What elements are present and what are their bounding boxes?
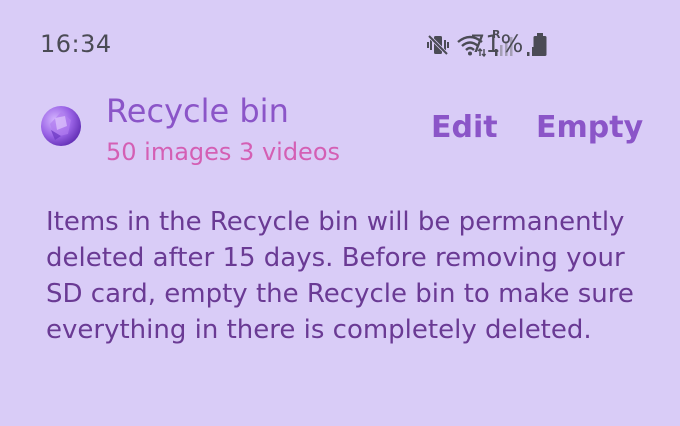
status-time: 16:34 <box>40 30 112 58</box>
battery-percent: 71% <box>470 30 524 58</box>
item-count: 50 images 3 videos <box>106 138 341 166</box>
recycle-bin-notice: Items in the Recycle bin will be permane… <box>46 207 634 345</box>
status-bar: 16:34 R 71% <box>0 0 680 90</box>
battery-icon <box>533 33 547 61</box>
recycle-bin-header: Recycle bin 50 images 3 videos Edit Empt… <box>0 88 680 178</box>
empty-button[interactable]: Empty <box>536 110 643 145</box>
edit-button[interactable]: Edit <box>431 110 498 145</box>
mute-vibrate-icon <box>426 33 450 57</box>
page-title: Recycle bin <box>106 92 289 130</box>
album-thumbnail <box>41 106 81 146</box>
